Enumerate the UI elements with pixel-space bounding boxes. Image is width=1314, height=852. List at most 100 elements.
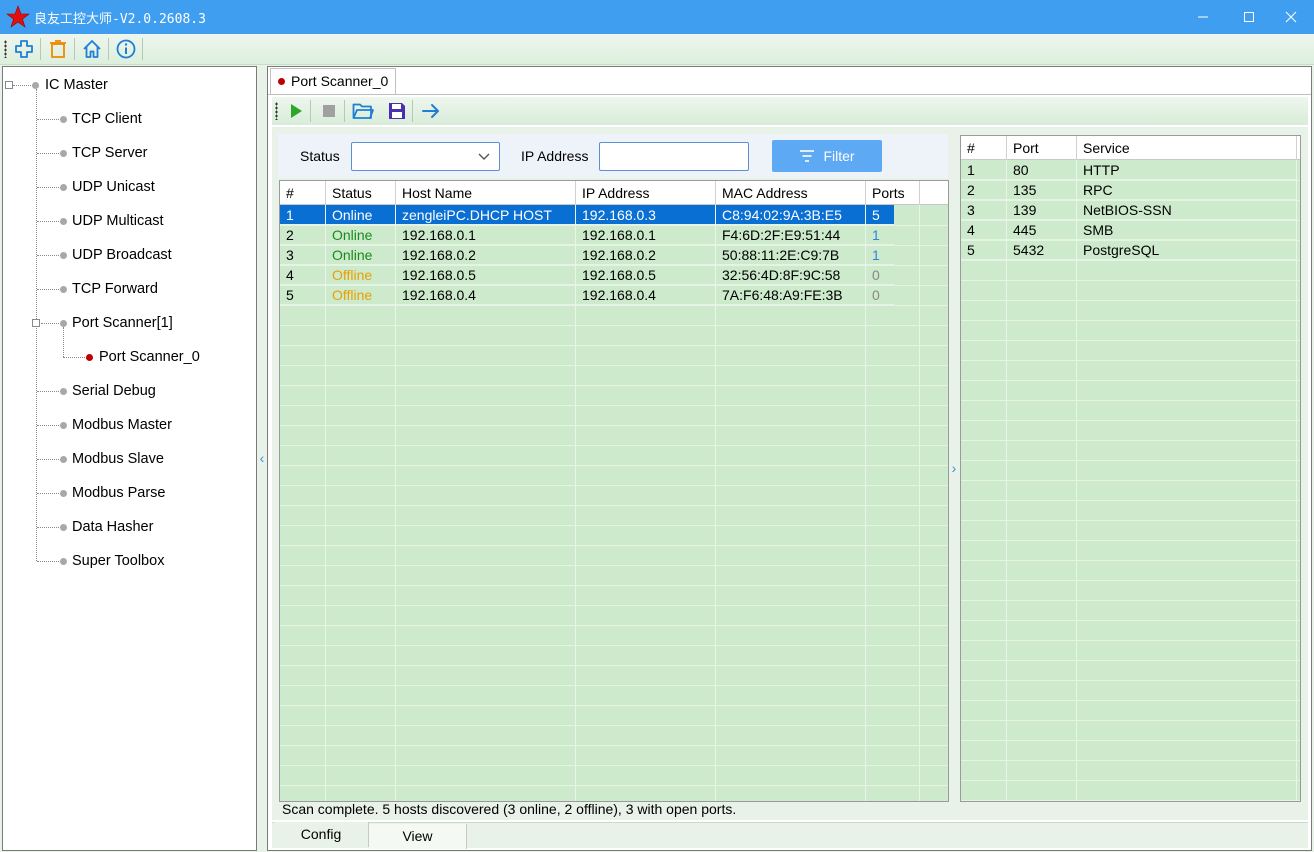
table-row[interactable]: 2 Online 192.168.0.1 192.168.0.1 F4:6D:2F:E9… bbox=[280, 225, 920, 245]
table-row[interactable]: 1 80 HTTP bbox=[961, 160, 1297, 180]
maximize-button[interactable] bbox=[1226, 0, 1272, 34]
grid-line bbox=[961, 400, 1300, 401]
grid-line bbox=[280, 665, 948, 666]
tree-item[interactable]: TCP Server bbox=[72, 143, 147, 163]
table-row[interactable]: 3 Online 192.168.0.2 192.168.0.2 50:88:11:2E… bbox=[280, 245, 920, 265]
delete-button[interactable] bbox=[45, 36, 71, 62]
toolbar-grip[interactable] bbox=[4, 40, 7, 58]
status-filter-select[interactable] bbox=[351, 142, 500, 171]
tree-expander[interactable] bbox=[32, 319, 40, 327]
table-cell: 32:56:4D:8F:9C:58 bbox=[716, 265, 866, 285]
grid-line bbox=[961, 780, 1300, 781]
tree-item[interactable]: TCP Forward bbox=[72, 279, 158, 299]
tree-node-dot bbox=[60, 150, 67, 157]
table-row[interactable]: 5 Offline 192.168.0.4 192.168.0.4 7A:F6:48:A… bbox=[280, 285, 920, 305]
table-cell: HTTP bbox=[1077, 160, 1297, 180]
table-cell: 4 bbox=[280, 265, 326, 285]
table-cell: Offline bbox=[326, 285, 396, 305]
add-button[interactable] bbox=[11, 36, 37, 62]
info-icon bbox=[116, 39, 136, 59]
open-button[interactable] bbox=[350, 98, 376, 124]
column-header[interactable]: Port bbox=[1007, 136, 1077, 160]
table-cell: 192.168.0.4 bbox=[576, 285, 716, 305]
tree-item[interactable]: Modbus Slave bbox=[72, 449, 164, 469]
info-button[interactable] bbox=[113, 36, 139, 62]
grid-line bbox=[961, 280, 1300, 281]
close-button[interactable] bbox=[1268, 0, 1314, 34]
window-title: 良友工控大师-V2.0.2608.3 bbox=[34, 12, 206, 27]
grid-line bbox=[280, 505, 948, 506]
table-row[interactable]: 1 Online zengleiPC.DHCP HOST 192.168.0.3 C8:… bbox=[280, 205, 920, 225]
toolbar-grip[interactable] bbox=[275, 102, 278, 120]
tree-item[interactable]: Serial Debug bbox=[72, 381, 156, 401]
minimize-button[interactable] bbox=[1180, 0, 1226, 34]
tab-view[interactable]: View bbox=[369, 824, 467, 849]
stop-button[interactable] bbox=[316, 98, 342, 124]
start-button[interactable] bbox=[283, 98, 309, 124]
home-icon bbox=[83, 40, 101, 58]
grid-line bbox=[961, 600, 1300, 601]
tree-item[interactable]: Modbus Parse bbox=[72, 483, 166, 503]
grid-line bbox=[280, 625, 948, 626]
tab-config[interactable]: Config bbox=[274, 822, 369, 847]
grid-line bbox=[961, 480, 1300, 481]
forward-button[interactable] bbox=[418, 98, 444, 124]
tree-item[interactable]: Data Hasher bbox=[72, 517, 153, 537]
ports-table[interactable]: # Port Service 1 80 HTTP 2 135 RPC 3 139 NetBIOS-SS… bbox=[960, 135, 1301, 802]
grid-line bbox=[961, 300, 1300, 301]
table-row[interactable]: 5 5432 PostgreSQL bbox=[961, 240, 1297, 260]
active-node-dot-icon bbox=[86, 354, 93, 361]
tab-port-scanner-0[interactable]: Port Scanner_0 bbox=[270, 68, 396, 94]
tree-node-dot bbox=[32, 82, 39, 89]
column-header[interactable]: # bbox=[961, 136, 1007, 160]
tree-root[interactable]: IC Master bbox=[45, 75, 108, 95]
table-cell: 2 bbox=[961, 180, 1007, 200]
table-row[interactable]: 3 139 NetBIOS-SSN bbox=[961, 200, 1297, 220]
tree-node-dot bbox=[60, 558, 67, 565]
tree-connector bbox=[37, 153, 61, 154]
tree-connector bbox=[37, 561, 61, 562]
hosts-table[interactable]: # Status Host Name IP Address MAC Address Por… bbox=[279, 180, 949, 802]
tree-item[interactable]: UDP Unicast bbox=[72, 177, 155, 197]
save-button[interactable] bbox=[384, 98, 410, 124]
column-header[interactable]: IP Address bbox=[576, 181, 716, 205]
table-cell: 192.168.0.5 bbox=[396, 265, 576, 285]
tree-item[interactable]: Modbus Master bbox=[72, 415, 172, 435]
table-cell: 5 bbox=[961, 240, 1007, 260]
column-header[interactable]: # bbox=[280, 181, 326, 205]
table-row[interactable]: 2 135 RPC bbox=[961, 180, 1297, 200]
grid-line bbox=[280, 345, 948, 346]
tab-strip-divider bbox=[268, 94, 1311, 95]
table-row[interactable]: 4 445 SMB bbox=[961, 220, 1297, 240]
filter-button[interactable]: Filter bbox=[772, 140, 882, 172]
column-header[interactable]: Service bbox=[1077, 136, 1297, 160]
grid-line bbox=[280, 485, 948, 486]
table-header: # Port Service bbox=[961, 136, 1300, 160]
tree-connector bbox=[37, 425, 61, 426]
column-header[interactable]: MAC Address bbox=[716, 181, 866, 205]
grid-line bbox=[280, 325, 948, 326]
tree-item[interactable]: TCP Client bbox=[72, 109, 142, 129]
tree-item-port-scanner-0[interactable]: Port Scanner_0 bbox=[99, 347, 200, 367]
grid-line bbox=[961, 660, 1300, 661]
table-cell: Online bbox=[326, 245, 396, 265]
tree-item[interactable]: Super Toolbox bbox=[72, 551, 164, 571]
column-header[interactable]: Status bbox=[326, 181, 396, 205]
collapse-left-arrow-icon[interactable]: ‹ bbox=[257, 450, 267, 466]
tree-item[interactable]: Port Scanner[1] bbox=[72, 313, 173, 333]
tree-connector bbox=[63, 357, 87, 358]
grid-line bbox=[961, 520, 1300, 521]
play-icon bbox=[291, 104, 302, 118]
collapse-right-arrow-icon[interactable]: › bbox=[949, 460, 959, 476]
grid-line bbox=[280, 645, 948, 646]
home-button[interactable] bbox=[79, 36, 105, 62]
table-cell: 0 bbox=[866, 265, 920, 285]
tree-item[interactable]: UDP Multicast bbox=[72, 211, 164, 231]
column-header[interactable]: Ports bbox=[866, 181, 920, 205]
column-header[interactable]: Host Name bbox=[396, 181, 576, 205]
ip-filter-input[interactable] bbox=[599, 142, 749, 171]
table-row[interactable]: 4 Offline 192.168.0.5 192.168.0.5 32:56:4D:8… bbox=[280, 265, 920, 285]
grid-line bbox=[961, 700, 1300, 701]
tree-expander[interactable] bbox=[5, 81, 13, 89]
tree-item[interactable]: UDP Broadcast bbox=[72, 245, 172, 265]
